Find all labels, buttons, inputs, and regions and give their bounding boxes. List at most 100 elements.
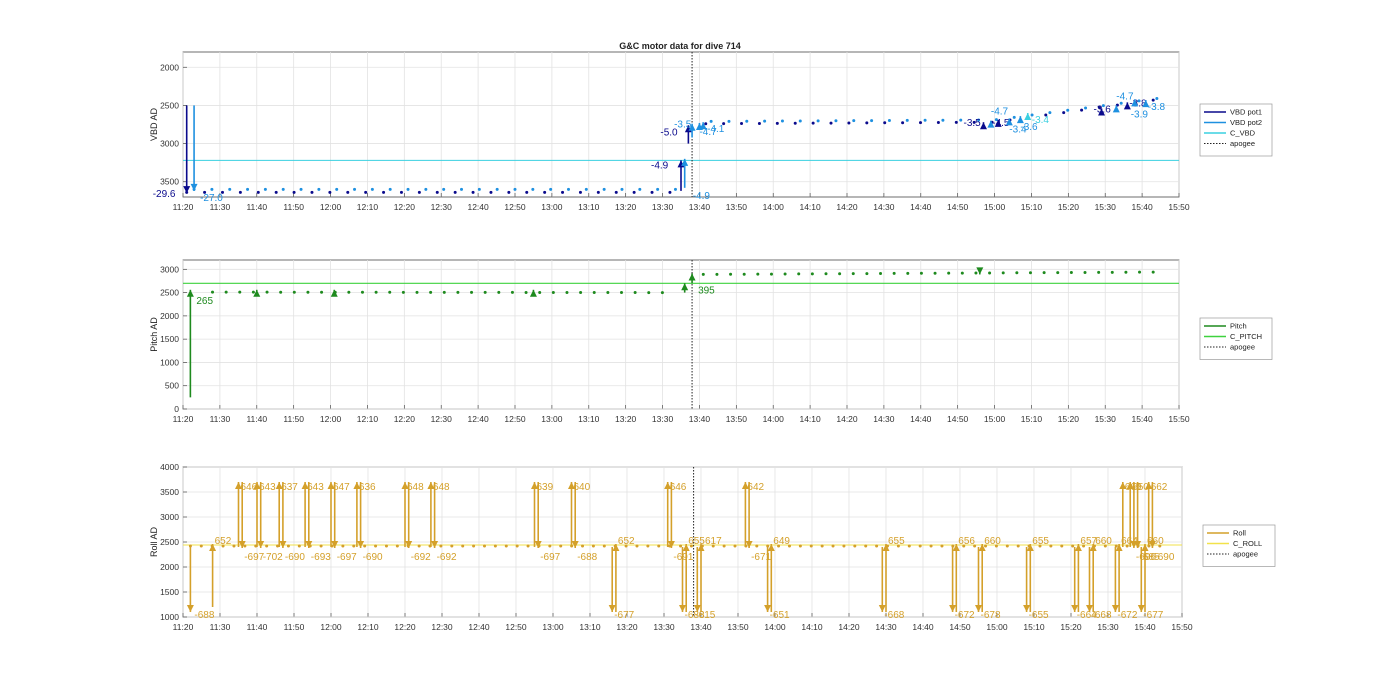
- data-point: [281, 187, 285, 191]
- data-point: [228, 187, 232, 191]
- event-label: -688: [194, 610, 214, 621]
- legend-label: C_VBD: [1230, 129, 1256, 138]
- event-label: -29.6: [153, 189, 176, 200]
- data-point: [905, 118, 909, 122]
- data-point: [701, 272, 705, 276]
- y-axis-label: VBD AD: [149, 107, 159, 141]
- data-point: [256, 190, 260, 194]
- data-point: [549, 187, 553, 191]
- x-tick-label: 12:30: [431, 414, 453, 424]
- data-point: [493, 544, 497, 548]
- data-point: [633, 291, 637, 295]
- data-point: [887, 118, 891, 122]
- data-point: [265, 544, 269, 548]
- data-point: [838, 272, 842, 276]
- x-tick-label: 14:20: [838, 622, 860, 632]
- x-tick-label: 12:50: [505, 622, 527, 632]
- data-point: [668, 190, 672, 194]
- data-point: [923, 118, 927, 122]
- x-tick-label: 14:20: [836, 202, 858, 212]
- data-point: [988, 271, 992, 275]
- data-point: [319, 544, 323, 548]
- data-point: [579, 290, 583, 294]
- event-label: 656: [958, 536, 975, 547]
- data-point: [559, 544, 563, 548]
- data-point: [954, 120, 958, 124]
- data-point: [246, 187, 250, 191]
- panel-2: 11:20 11:30 11:40 11:50 12:00 12:10 12:20 12:30…: [149, 259, 1273, 424]
- data-point: [660, 291, 664, 295]
- data-point: [763, 119, 767, 123]
- data-point: [292, 290, 296, 294]
- x-tick-label: 11:40: [246, 414, 267, 424]
- data-point: [875, 544, 879, 548]
- y-tick-label: 3500: [160, 177, 179, 187]
- data-point: [238, 190, 242, 194]
- data-point: [1005, 544, 1009, 548]
- x-tick-label: 15:50: [1171, 622, 1193, 632]
- event-label: -3.8: [1148, 102, 1166, 113]
- legend-label: VBD pot2: [1230, 118, 1262, 127]
- legend-label: apogee: [1230, 343, 1255, 352]
- data-point: [1028, 271, 1032, 275]
- data-point: [798, 544, 802, 548]
- event-label: 660: [1095, 536, 1112, 547]
- x-tick-label: 12:10: [357, 202, 379, 212]
- event-label: 662: [1151, 482, 1168, 493]
- data-point: [842, 544, 846, 548]
- x-tick-label: 13:10: [578, 202, 600, 212]
- event-label: -688: [577, 552, 597, 563]
- data-point: [1060, 544, 1064, 548]
- x-tick-label: 13:20: [616, 622, 638, 632]
- data-point: [775, 121, 779, 125]
- data-point: [635, 544, 639, 548]
- x-tick-label: 12:40: [468, 622, 490, 632]
- event-label: -690: [285, 552, 305, 563]
- data-point: [243, 544, 247, 548]
- x-tick-label: 15:40: [1131, 202, 1153, 212]
- data-point: [460, 187, 464, 191]
- event-label: -4.7: [991, 107, 1009, 118]
- x-tick-label: 11:40: [246, 202, 267, 212]
- data-point: [507, 190, 511, 194]
- data-point: [526, 544, 530, 548]
- data-point: [879, 272, 883, 276]
- x-tick-label: 13:40: [690, 622, 712, 632]
- data-point: [755, 544, 759, 548]
- x-tick-label: 14:10: [799, 414, 821, 424]
- data-point: [742, 272, 746, 276]
- data-point: [406, 187, 410, 191]
- event-label: -4.9: [693, 191, 711, 202]
- x-tick-label: 14:40: [910, 414, 932, 424]
- data-point: [1015, 271, 1019, 275]
- event-label: -685: [1140, 552, 1160, 563]
- x-tick-label: 12:50: [504, 414, 526, 424]
- x-tick-label: 13:20: [615, 202, 637, 212]
- x-tick-label: 15:50: [1168, 414, 1190, 424]
- data-point: [471, 190, 475, 194]
- data-point: [578, 190, 582, 194]
- data-point: [907, 544, 911, 548]
- legend-label: C_PITCH: [1230, 332, 1262, 341]
- data-point: [489, 190, 493, 194]
- legend: RollC_ROLLapogee: [1202, 524, 1276, 567]
- data-point: [941, 118, 945, 122]
- data-point: [650, 190, 654, 194]
- data-point: [263, 187, 267, 191]
- legend-label: VBD pot1: [1230, 108, 1262, 117]
- x-tick-label: 15:20: [1058, 202, 1080, 212]
- x-tick-label: 13:40: [689, 202, 711, 212]
- event-label: -702: [263, 552, 283, 563]
- data-point: [495, 187, 499, 191]
- data-point: [310, 190, 314, 194]
- data-point: [646, 544, 650, 548]
- y-tick-label: 2000: [160, 311, 179, 321]
- y-tick-label: 2500: [160, 100, 179, 110]
- x-tick-label: 14:00: [763, 202, 785, 212]
- data-point: [1124, 270, 1128, 274]
- legend: PitchC_PITCHapogee: [1199, 317, 1273, 360]
- event-label: -3.5: [674, 120, 692, 131]
- event-label: 648: [433, 482, 450, 493]
- data-point: [632, 190, 636, 194]
- data-point: [353, 187, 357, 191]
